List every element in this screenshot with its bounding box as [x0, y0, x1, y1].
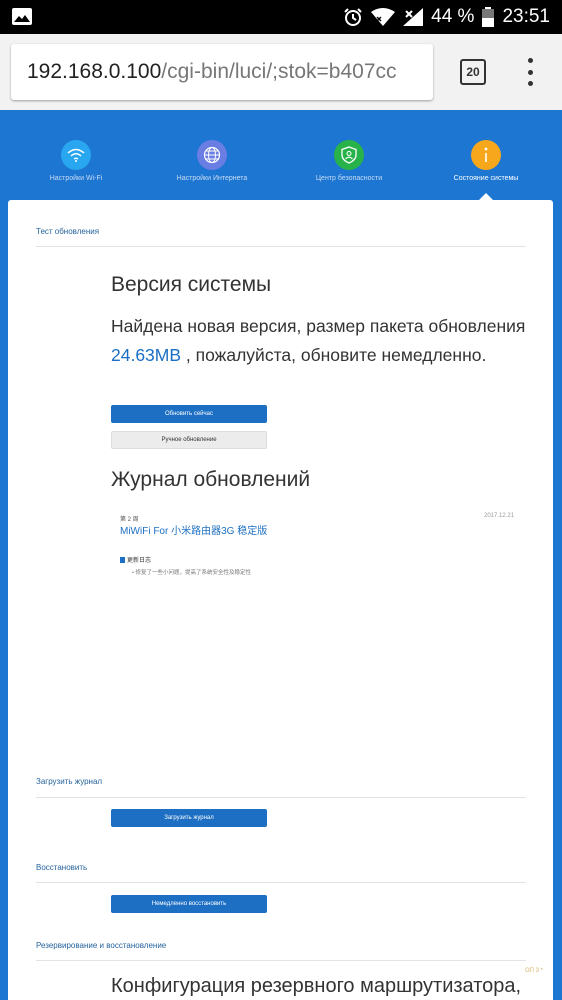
status-bar: 44 % 23:51: [0, 0, 562, 34]
nav-item-system-status[interactable]: Состояние системы: [416, 140, 556, 182]
system-status-panel: Тест обновления Версия системы Найдена н…: [8, 200, 553, 1000]
shield-icon: [334, 140, 364, 170]
alarm-icon: [344, 8, 362, 26]
backup-config-heading: Конфигурация резервного маршрутизатора,: [111, 975, 522, 997]
nav-label: Настройки Wi-Fi: [49, 175, 103, 182]
update-message: Найдена новая версия, размер пакета обно…: [111, 316, 526, 365]
changelog-heading: Журнал обновлений: [111, 468, 311, 491]
wifi-icon: [61, 140, 91, 170]
image-notification-icon: [12, 8, 32, 25]
package-size: 24.63MB: [111, 345, 182, 365]
changelog-title: MiWiFi For 小米路由器3G 稳定版: [120, 526, 268, 537]
section-title-update-test: Тест обновления: [36, 227, 100, 236]
battery-percent: 44 %: [431, 6, 475, 27]
divider: [36, 246, 526, 247]
changelog-date: 2017.12.21: [484, 513, 515, 519]
update-now-button[interactable]: Обновить сейчас: [111, 405, 267, 423]
section-title-download-log: Загрузить журнал: [36, 777, 103, 786]
nav-label: Настройки Интернета: [176, 175, 248, 182]
router-nav: Настройки Wi-Fi Настройки Интернета Цент…: [0, 110, 562, 200]
globe-icon: [197, 140, 227, 170]
battery-icon: [482, 7, 495, 27]
download-log-button[interactable]: Загрузить журнал: [111, 809, 267, 827]
divider: [36, 960, 526, 961]
clock: 23:51: [502, 6, 550, 27]
restore-now-button[interactable]: Немедленно восстановить: [111, 895, 267, 913]
url-path: /cgi-bin/luci/;stok=b407cc: [161, 60, 397, 83]
watermark: ОП 3 *: [525, 968, 543, 974]
nav-item-wifi-settings[interactable]: Настройки Wi-Fi: [6, 140, 146, 182]
tab-switcher-button[interactable]: 20: [460, 59, 486, 85]
info-icon: [471, 140, 501, 170]
changelog-doc-label: 更新日志: [120, 555, 151, 564]
divider: [36, 797, 526, 798]
system-version-heading: Версия системы: [111, 273, 272, 296]
document-icon: [120, 556, 125, 563]
nav-label: Состояние системы: [453, 175, 519, 182]
nav-label: Центр безопасности: [315, 175, 383, 182]
nav-item-internet-settings[interactable]: Настройки Интернета: [142, 140, 282, 182]
section-title-backup-restore: Резервирование и восстановление: [36, 941, 167, 950]
nav-item-security-center[interactable]: Центр безопасности: [279, 140, 419, 182]
manual-update-button[interactable]: Ручное обновление: [111, 431, 267, 449]
changelog-item: • 修复了一些小问题，提高了系统安全性及稳定性: [132, 570, 251, 576]
divider: [36, 882, 526, 883]
section-title-restore: Восстановить: [36, 863, 88, 872]
overflow-menu-icon[interactable]: [526, 58, 534, 86]
url-host: 192.168.0.100: [27, 60, 162, 83]
wifi-status-icon: [371, 8, 396, 26]
active-tab-caret: [479, 193, 493, 200]
signal-icon: [403, 8, 424, 26]
browser-toolbar: 192.168.0.100/cgi-bin/luci/;stok=b407cc …: [0, 34, 562, 110]
address-bar[interactable]: 192.168.0.100/cgi-bin/luci/;stok=b407cc: [11, 44, 433, 100]
